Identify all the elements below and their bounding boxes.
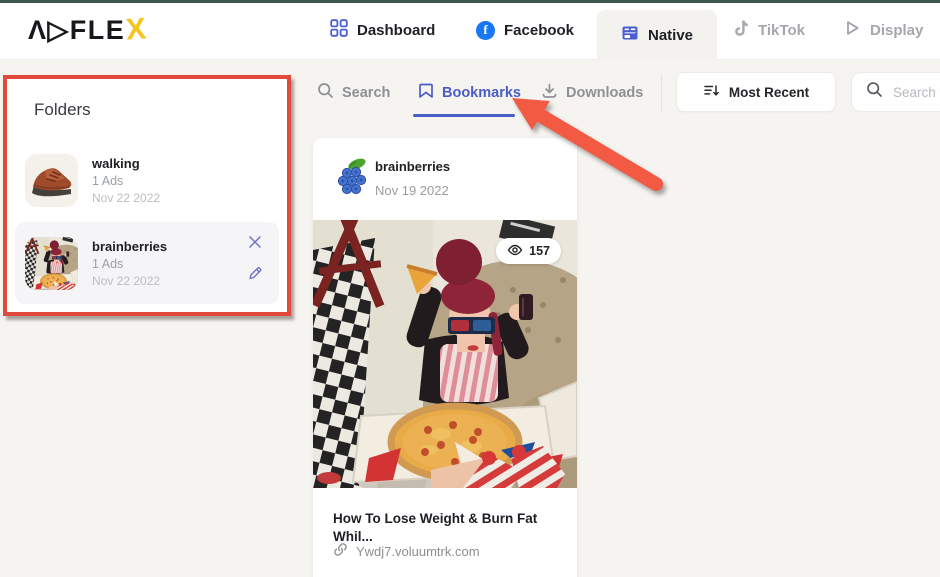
tab-label: Search bbox=[342, 85, 390, 101]
folder-ad-count: 1 Ads bbox=[92, 257, 167, 271]
folder-thumbnail-brainberries bbox=[25, 237, 78, 290]
search-input[interactable] bbox=[893, 85, 940, 100]
nav-display[interactable]: Display bbox=[843, 0, 923, 60]
tab-label: Bookmarks bbox=[442, 85, 521, 101]
grid-icon bbox=[330, 19, 348, 41]
search-icon bbox=[317, 82, 334, 103]
annotation-box: Folders walking 1 Ads Nov 22 2022 bbox=[3, 75, 291, 316]
tab-search[interactable]: Search bbox=[317, 82, 390, 103]
sort-most-recent-button[interactable]: Most Recent bbox=[676, 72, 836, 112]
nav-facebook[interactable]: f Facebook bbox=[476, 0, 574, 60]
facebook-icon: f bbox=[476, 21, 495, 40]
toolbar-search-field[interactable] bbox=[851, 72, 940, 112]
brainberries-logo-icon bbox=[335, 156, 371, 203]
tab-label: Downloads bbox=[566, 85, 643, 101]
nav-label: Native bbox=[648, 27, 693, 44]
nav-dashboard[interactable]: Dashboard bbox=[330, 0, 435, 60]
top-navbar: Λ▷FLEX Dashboard f Facebook bbox=[0, 0, 940, 60]
views-badge: 157 bbox=[496, 238, 561, 264]
search-icon bbox=[866, 81, 883, 103]
folder-date: Nov 22 2022 bbox=[92, 274, 167, 288]
folder-name: walking bbox=[92, 156, 160, 171]
folder-info: brainberries 1 Ads Nov 22 2022 bbox=[92, 239, 167, 288]
bookmark-icon bbox=[418, 82, 434, 103]
folder-thumbnail-shoe bbox=[25, 154, 78, 207]
top-strip bbox=[0, 0, 940, 3]
tab-downloads[interactable]: Downloads bbox=[541, 82, 643, 103]
logo-text: Λ▷FLE bbox=[28, 15, 125, 46]
nav-label: Facebook bbox=[504, 22, 574, 39]
ad-card[interactable]: brainberries Nov 19 2022 157 How To Lose… bbox=[313, 138, 577, 577]
ad-title: How To Lose Weight & Burn Fat Whil... bbox=[333, 510, 563, 545]
native-ads-icon bbox=[621, 24, 639, 46]
folder-name: brainberries bbox=[92, 239, 167, 254]
nav-label: TikTok bbox=[758, 22, 805, 39]
ad-domain-link[interactable]: Ywdj7.voluumtrk.com bbox=[333, 542, 480, 560]
toolbar-divider bbox=[661, 74, 662, 112]
logo-accent: X bbox=[125, 12, 147, 47]
folder-info: walking 1 Ads Nov 22 2022 bbox=[92, 156, 160, 205]
card-advertiser-name: brainberries bbox=[375, 159, 450, 174]
folders-title: Folders bbox=[34, 100, 91, 120]
folder-ad-count: 1 Ads bbox=[92, 174, 160, 188]
views-count: 157 bbox=[529, 244, 550, 258]
folder-date: Nov 22 2022 bbox=[92, 191, 160, 205]
nav-label: Dashboard bbox=[357, 22, 435, 39]
adflex-logo[interactable]: Λ▷FLEX bbox=[28, 0, 146, 60]
nav-tiktok[interactable]: TikTok bbox=[733, 0, 805, 60]
download-icon bbox=[541, 82, 558, 103]
nav-label: Display bbox=[870, 22, 923, 39]
close-icon[interactable] bbox=[247, 234, 263, 250]
nav-native[interactable]: Native bbox=[597, 10, 717, 60]
folder-item-walking[interactable]: walking 1 Ads Nov 22 2022 bbox=[15, 139, 279, 221]
sort-label: Most Recent bbox=[729, 85, 809, 100]
display-play-icon bbox=[843, 19, 861, 41]
pencil-icon[interactable] bbox=[247, 265, 263, 281]
link-icon bbox=[333, 542, 348, 560]
folders-panel: Folders walking 1 Ads Nov 22 2022 bbox=[7, 79, 287, 312]
tab-bookmarks[interactable]: Bookmarks bbox=[418, 82, 521, 103]
folder-actions bbox=[247, 234, 263, 281]
card-date: Nov 19 2022 bbox=[375, 183, 449, 198]
folder-item-brainberries[interactable]: brainberries 1 Ads Nov 22 2022 bbox=[15, 222, 279, 304]
sort-desc-icon bbox=[703, 83, 720, 101]
active-tab-underline bbox=[413, 114, 515, 117]
ad-domain-text: Ywdj7.voluumtrk.com bbox=[356, 544, 480, 559]
eye-icon bbox=[507, 244, 523, 259]
tiktok-icon bbox=[733, 19, 749, 41]
app: Λ▷FLEX Dashboard f Facebook bbox=[0, 0, 940, 577]
ad-creative-image[interactable]: 157 bbox=[313, 220, 577, 488]
